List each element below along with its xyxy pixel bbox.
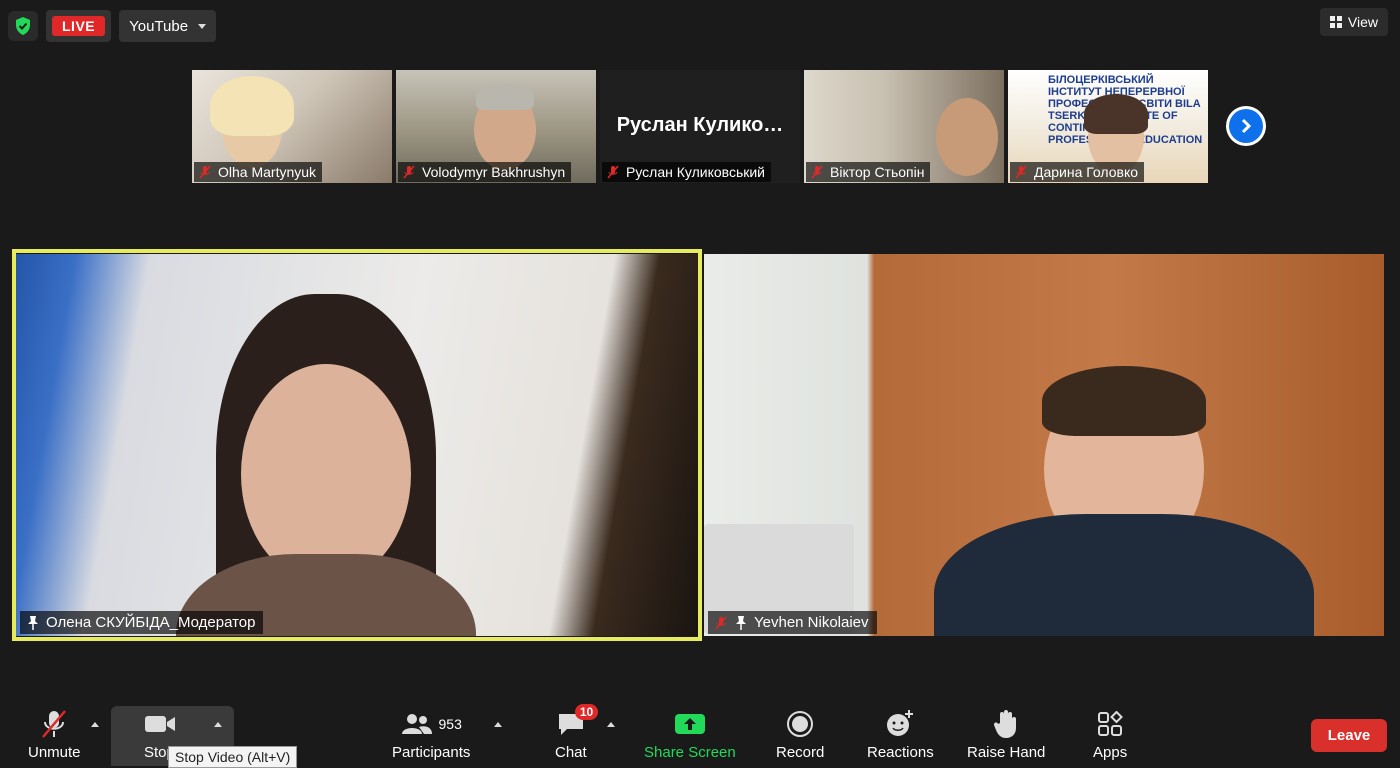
leave-button[interactable]: Leave [1311, 719, 1387, 752]
emoji-add-icon [885, 706, 915, 742]
raise-hand-label: Raise Hand [967, 744, 1046, 761]
mic-muted-icon [811, 165, 823, 179]
live-badge: LIVE [52, 16, 106, 36]
view-button[interactable]: View [1319, 8, 1388, 36]
chevron-up-icon[interactable] [214, 722, 222, 727]
record-button[interactable]: Record [776, 706, 824, 761]
participant-name: Volodymyr Bakhrushyn [422, 164, 566, 180]
chat-icon: 10 [557, 704, 599, 742]
participant-name-tag: Віктор Стьопін [806, 162, 931, 182]
apps-label: Apps [1093, 744, 1128, 761]
participant-name-tag: Volodymyr Bakhrushyn [398, 162, 572, 182]
stream-target-dropdown[interactable]: YouTube [119, 10, 217, 42]
participant-name: Руслан Куликовський [626, 164, 766, 180]
hand-icon [993, 706, 1019, 742]
unmute-button[interactable]: Unmute [28, 706, 81, 761]
participant-name-tag: Руслан Куликовський [602, 162, 772, 182]
participant-video [241, 364, 411, 584]
live-indicator[interactable]: LIVE [46, 10, 112, 42]
unmute-label: Unmute [28, 744, 81, 761]
reactions-button[interactable]: Reactions [867, 706, 934, 761]
participant-name-tag: Olha Martynyuk [194, 162, 323, 182]
main-video-tile[interactable]: Олена СКУЙБІДА_Модератор [16, 254, 698, 636]
participant-thumbnail[interactable]: БІЛОЦЕРКІВСЬКИЙ ІНСТИТУТ НЕПЕРЕРВНОЇ ПРО… [1008, 70, 1208, 183]
share-screen-label: Share Screen [644, 744, 736, 761]
share-screen-button[interactable]: Share Screen [644, 706, 736, 761]
chat-label: Chat [555, 744, 587, 761]
chevron-right-icon [1229, 109, 1263, 143]
stream-target-label: YouTube [129, 17, 189, 35]
participant-name-tag: Олена СКУЙБІДА_Модератор [20, 611, 264, 634]
hair-shape [476, 84, 534, 110]
apps-button[interactable]: Apps [1093, 706, 1127, 761]
record-icon [786, 706, 814, 742]
participants-button[interactable]: 953 Participants [392, 706, 470, 761]
participant-name-tag: Дарина Головко [1010, 162, 1145, 182]
hair-shape [1084, 94, 1148, 134]
participant-thumbnail[interactable]: Руслан Кулико… Руслан Куликовський [600, 70, 800, 183]
record-label: Record [776, 744, 825, 761]
participants-label: Participants [392, 744, 471, 761]
participant-thumbnail[interactable]: Віктор Стьопін [804, 70, 1004, 183]
participant-name: Олена СКУЙБІДА_Модератор [46, 614, 256, 631]
participant-thumbnail[interactable]: Volodymyr Bakhrushyn [396, 70, 596, 183]
mic-muted-icon [715, 616, 727, 629]
mic-muted-icon [199, 165, 211, 179]
reactions-label: Reactions [867, 744, 934, 761]
chat-button[interactable]: 10 Chat [555, 704, 599, 761]
chat-unread-badge: 10 [574, 704, 599, 720]
participant-video [936, 98, 998, 176]
mic-muted-icon [607, 165, 619, 179]
chevron-up-icon[interactable] [607, 722, 615, 727]
participant-name: Віктор Стьопін [830, 164, 925, 180]
grid-view-icon [1329, 16, 1342, 28]
participant-thumbnail-strip: Olha Martynyuk Volodymyr Bakhrushyn Русл… [192, 70, 1208, 183]
raise-hand-button[interactable]: Raise Hand [967, 706, 1045, 761]
chevron-up-icon[interactable] [494, 722, 502, 727]
chevron-down-icon [198, 23, 207, 29]
top-left-controls: LIVE YouTube [8, 10, 217, 42]
hair-shape [1042, 366, 1206, 436]
participants-icon: 953 [401, 706, 462, 742]
participant-name: Olha Martynyuk [218, 164, 317, 180]
participant-name-tag: Yevhen Nikolaiev [708, 611, 877, 634]
mic-muted-icon [1015, 165, 1027, 179]
mic-muted-icon [403, 165, 415, 179]
participant-display-name: Руслан Кулико… [616, 114, 784, 136]
participants-count: 953 [438, 716, 462, 732]
stop-video-tooltip: Stop Video (Alt+V) [168, 746, 298, 768]
pin-icon [736, 615, 746, 630]
participant-name: Yevhen Nikolaiev [754, 614, 869, 631]
body-shape [934, 514, 1314, 636]
mic-muted-icon [40, 706, 68, 742]
pin-icon [28, 615, 38, 630]
participant-name: Дарина Головко [1034, 164, 1139, 180]
main-video-tile[interactable]: Yevhen Nikolaiev [704, 254, 1384, 636]
next-page-button[interactable] [1226, 106, 1266, 146]
chevron-up-icon[interactable] [91, 722, 99, 727]
participant-thumbnail[interactable]: Olha Martynyuk [192, 70, 392, 183]
security-shield-icon[interactable] [8, 11, 38, 41]
apps-icon [1097, 706, 1124, 742]
video-camera-icon [135, 706, 185, 742]
share-screen-icon [674, 706, 706, 742]
hair-shape [210, 76, 294, 136]
view-label: View [1347, 14, 1378, 30]
